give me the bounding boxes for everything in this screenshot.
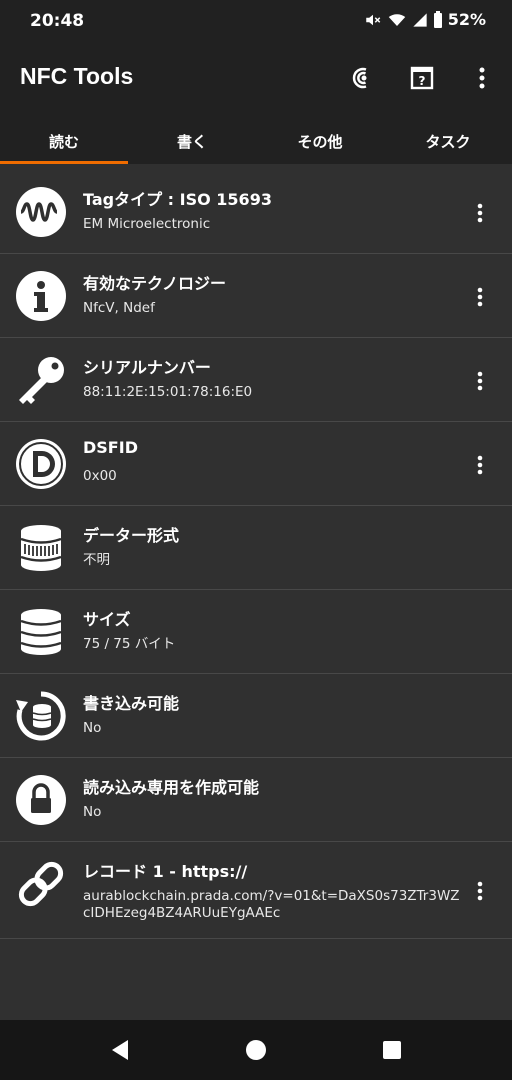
info-icon [16, 271, 66, 321]
svg-text:?: ? [419, 74, 426, 88]
tab-bar: 読む 書く その他 タスク [0, 114, 512, 164]
row-value: aurablockchain.prada.com/?v=01&t=DaXS0s7… [83, 888, 460, 921]
row-menu-button[interactable] [470, 284, 490, 310]
list-item-dsfid[interactable]: DSFID 0x00 [0, 422, 512, 506]
list-item-size[interactable]: サイズ 75 / 75 バイト [0, 590, 512, 674]
row-title: 有効なテクノロジー [83, 274, 227, 293]
system-nav-bar [0, 1020, 512, 1080]
row-value: EM Microelectronic [83, 216, 211, 232]
battery-percent: 52% [447, 10, 486, 29]
mute-icon [365, 14, 380, 25]
status-bar: 20:48 52% [0, 0, 512, 42]
row-menu-button[interactable] [470, 200, 490, 226]
d-letter-icon [16, 439, 66, 489]
status-time: 20:48 [30, 11, 85, 31]
row-value: 88:11:2E:15:01:78:16:E0 [83, 384, 253, 400]
row-title: DSFID [83, 438, 138, 457]
list-item-serial-number[interactable]: シリアルナンバー 88:11:2E:15:01:78:16:E0 [0, 338, 512, 422]
row-value: 不明 [83, 552, 110, 568]
more-vert-icon [477, 455, 483, 475]
more-vert-icon [477, 203, 483, 223]
row-menu-button[interactable] [470, 878, 490, 904]
tab-tasks[interactable]: タスク [384, 114, 512, 164]
list-item-tag-type[interactable]: Tagタイプ : ISO 15693 EM Microelectronic [0, 170, 512, 254]
nfc-icon [352, 67, 367, 89]
app-title: NFC Tools [20, 63, 134, 89]
signal-icon [413, 12, 427, 27]
rewrite-database-icon [16, 691, 66, 741]
row-title: サイズ [83, 610, 131, 629]
more-vert-icon [477, 371, 483, 391]
list-item-technologies[interactable]: 有効なテクノロジー NfcV, Ndef [0, 254, 512, 338]
tab-write[interactable]: 書く [128, 114, 256, 164]
app-bar: NFC Tools ? [0, 42, 512, 114]
database-stack-icon [20, 609, 62, 655]
help-button[interactable]: ? [406, 62, 438, 94]
wifi-icon [388, 13, 405, 26]
overflow-menu-button[interactable] [466, 62, 498, 94]
row-title: データー形式 [83, 526, 180, 545]
home-circle-icon [246, 1040, 266, 1060]
nav-home-button[interactable] [244, 1038, 268, 1062]
tab-other[interactable]: その他 [256, 114, 384, 164]
row-title: 読み込み専用を作成可能 [83, 778, 260, 797]
more-vert-icon [479, 67, 485, 89]
nav-recents-button[interactable] [380, 1038, 404, 1062]
database-icon [20, 525, 62, 571]
lock-icon [16, 775, 66, 825]
nav-back-button[interactable] [108, 1038, 132, 1062]
list-item-writable[interactable]: 書き込み可能 No [0, 674, 512, 758]
recents-square-icon [383, 1041, 401, 1059]
row-title: Tagタイプ : ISO 15693 [83, 190, 272, 209]
link-icon [18, 861, 64, 907]
more-vert-icon [477, 287, 483, 307]
list-item-data-format[interactable]: データー形式 不明 [0, 506, 512, 590]
row-title: シリアルナンバー [83, 358, 211, 377]
row-title: レコード 1 - https:// [83, 862, 248, 881]
list-item-make-read-only[interactable]: 読み込み専用を作成可能 No [0, 758, 512, 842]
row-menu-button[interactable] [470, 452, 490, 478]
tag-info-list: Tagタイプ : ISO 15693 EM Microelectronic 有効… [0, 170, 512, 939]
row-title: 書き込み可能 [83, 694, 180, 713]
wave-icon [16, 187, 66, 237]
row-value: No [83, 804, 102, 820]
help-box-icon: ? [410, 66, 434, 90]
key-icon [19, 357, 64, 404]
row-value: 75 / 75 バイト [83, 636, 176, 652]
back-triangle-icon [112, 1040, 128, 1060]
more-vert-icon [477, 881, 483, 901]
row-value: No [83, 720, 102, 736]
row-value: NfcV, Ndef [83, 300, 155, 316]
status-icons: 52% [364, 10, 486, 29]
nfc-scan-button[interactable] [346, 62, 378, 94]
tab-read[interactable]: 読む [0, 114, 128, 164]
row-value: 0x00 [83, 468, 117, 484]
row-menu-button[interactable] [470, 368, 490, 394]
list-item-record-1[interactable]: レコード 1 - https:// aurablockchain.prada.c… [0, 842, 512, 939]
battery-icon [433, 10, 442, 28]
